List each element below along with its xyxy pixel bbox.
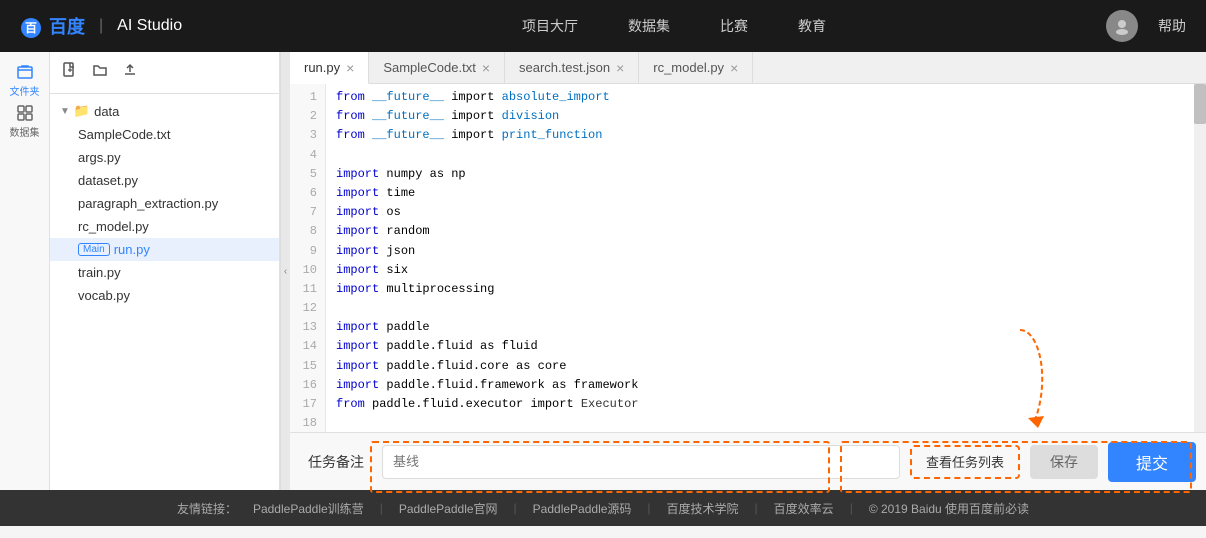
editor-tabs: run.py × SampleCode.txt × search.test.js… <box>290 52 1206 84</box>
list-item[interactable]: train.py <box>50 261 279 284</box>
sidebar-icons: 文件夹 数据集 <box>0 52 50 490</box>
tab-label: SampleCode.txt <box>383 60 476 75</box>
tab-close-button[interactable]: × <box>730 61 738 75</box>
footer-sep: | <box>755 501 758 515</box>
svg-text:百: 百 <box>25 21 37 35</box>
tab-label: search.test.json <box>519 60 610 75</box>
sidebar-icon-files[interactable]: 文件夹 <box>7 62 43 98</box>
footer-sep: | <box>647 501 650 515</box>
view-task-button[interactable]: 查看任务列表 <box>910 445 1020 479</box>
main-layout: 文件夹 数据集 <box>0 52 1206 490</box>
folder-data[interactable]: ▼ 📁 data <box>50 99 279 123</box>
task-note-label: 任务备注 <box>300 452 372 472</box>
footer-link-official[interactable]: PaddlePaddle官网 <box>399 500 498 517</box>
line-numbers: 123456789101112131415161718192021222324 <box>290 84 326 432</box>
list-item-active[interactable]: Main run.py <box>50 238 279 261</box>
scrollbar-thumb[interactable] <box>1194 84 1206 124</box>
bottom-bar: 任务备注 查看任务列表 保存 提交 <box>290 432 1206 490</box>
main-badge: Main <box>78 243 110 256</box>
tab-close-button[interactable]: × <box>616 61 624 75</box>
file-name: paragraph_extraction.py <box>78 196 218 211</box>
save-button[interactable]: 保存 <box>1030 445 1098 479</box>
datasets-icon-label: 数据集 <box>10 124 40 139</box>
nav-item-education[interactable]: 教育 <box>798 16 826 36</box>
help-link[interactable]: 帮助 <box>1158 16 1186 36</box>
file-name: train.py <box>78 265 121 280</box>
footer-sep: | <box>850 501 853 515</box>
logo: 百 百度 | AI Studio <box>20 13 182 39</box>
tab-rc-model[interactable]: rc_model.py × <box>639 52 753 83</box>
upload-button[interactable] <box>120 60 140 85</box>
footer-sep: | <box>514 501 517 515</box>
avatar[interactable] <box>1106 10 1138 42</box>
tab-close-button[interactable]: × <box>346 61 354 75</box>
file-name: dataset.py <box>78 173 138 188</box>
logo-baidu: 百 百度 <box>20 13 85 39</box>
nav-item-datasets[interactable]: 数据集 <box>628 16 670 36</box>
footer-link-cloud[interactable]: 百度效率云 <box>774 500 834 517</box>
list-item[interactable]: rc_model.py <box>50 215 279 238</box>
file-toolbar <box>50 52 279 94</box>
file-name: rc_model.py <box>78 219 149 234</box>
tab-run-py[interactable]: run.py × <box>290 52 369 84</box>
new-folder-button[interactable] <box>90 60 110 85</box>
folder-name: data <box>94 104 119 119</box>
file-name: args.py <box>78 150 121 165</box>
list-item[interactable]: dataset.py <box>50 169 279 192</box>
main-nav: 项目大厅 数据集 比赛 教育 <box>242 16 1106 36</box>
tab-label: run.py <box>304 60 340 75</box>
list-item[interactable]: args.py <box>50 146 279 169</box>
footer-copyright: © 2019 Baidu 使用百度前必读 <box>869 500 1029 517</box>
scrollbar-track[interactable] <box>1194 84 1206 432</box>
list-item[interactable]: vocab.py <box>50 284 279 307</box>
file-tree: ▼ 📁 data SampleCode.txt args.py dataset.… <box>50 94 279 490</box>
logo-divider: | <box>99 17 103 35</box>
list-item[interactable]: paragraph_extraction.py <box>50 192 279 215</box>
footer: 友情链接： PaddlePaddle训练营 | PaddlePaddle官网 |… <box>0 490 1206 526</box>
header-right: 帮助 <box>1106 10 1186 42</box>
footer-sep: | <box>380 501 383 515</box>
code-content[interactable]: from __future__ import absolute_importfr… <box>326 84 1206 432</box>
footer-link-academy[interactable]: 百度技术学院 <box>667 500 739 517</box>
tab-label: rc_model.py <box>653 60 724 75</box>
file-panel: ▼ 📁 data SampleCode.txt args.py dataset.… <box>50 52 280 490</box>
file-name: SampleCode.txt <box>78 127 171 142</box>
code-editor[interactable]: 123456789101112131415161718192021222324 … <box>290 84 1206 432</box>
new-file-button[interactable] <box>60 60 80 85</box>
editor-area: run.py × SampleCode.txt × search.test.js… <box>290 52 1206 490</box>
sidebar-icon-datasets[interactable]: 数据集 <box>7 103 43 139</box>
footer-prefix: 友情链接： <box>177 500 237 517</box>
file-name: vocab.py <box>78 288 130 303</box>
tab-close-button[interactable]: × <box>482 61 490 75</box>
baseline-input[interactable] <box>382 445 900 479</box>
files-icon-label: 文件夹 <box>10 83 40 98</box>
header: 百 百度 | AI Studio 项目大厅 数据集 比赛 教育 帮助 <box>0 0 1206 52</box>
footer-link-source[interactable]: PaddlePaddle源码 <box>533 500 632 517</box>
tab-search-test[interactable]: search.test.json × <box>505 52 639 83</box>
collapse-handle[interactable]: ‹ <box>280 52 290 490</box>
footer-link-training[interactable]: PaddlePaddle训练营 <box>253 500 364 517</box>
submit-button[interactable]: 提交 <box>1108 442 1196 482</box>
active-file-name: run.py <box>114 242 150 257</box>
tab-samplecode[interactable]: SampleCode.txt × <box>369 52 505 83</box>
nav-item-projects[interactable]: 项目大厅 <box>522 16 578 36</box>
logo-ai-studio: AI Studio <box>117 17 182 35</box>
nav-item-competition[interactable]: 比赛 <box>720 16 748 36</box>
list-item[interactable]: SampleCode.txt <box>50 123 279 146</box>
